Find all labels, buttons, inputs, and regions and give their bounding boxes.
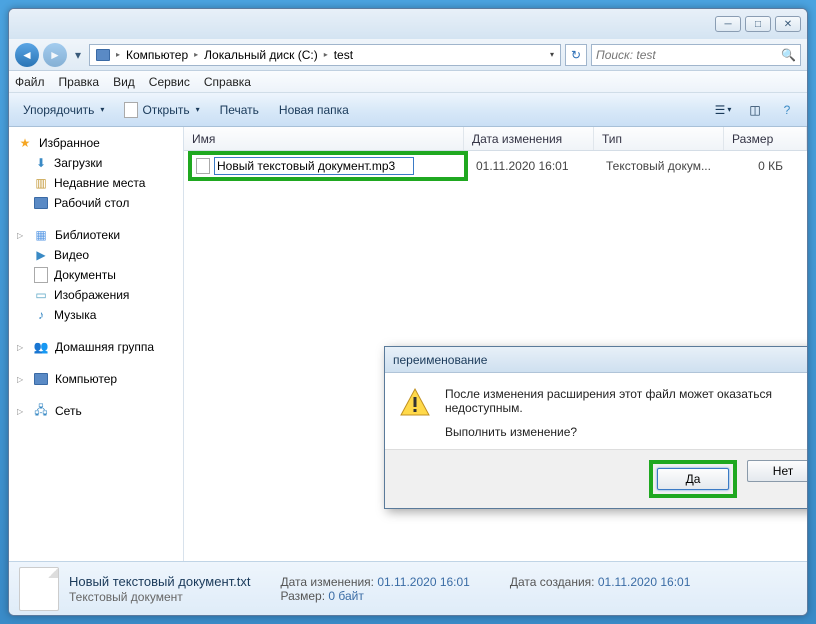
file-icon [196, 158, 210, 174]
organize-button[interactable]: Упорядочить▾ [17, 100, 110, 120]
menu-help[interactable]: Справка [204, 75, 251, 89]
content-area: Имя Дата изменения Тип Размер 01.11.2020… [184, 127, 807, 561]
help-button[interactable]: ? [775, 98, 799, 122]
download-icon: ⬇ [33, 155, 49, 171]
menu-edit[interactable]: Правка [59, 75, 100, 89]
toolbar: Упорядочить▾ Открыть▾ Печать Новая папка… [9, 93, 807, 127]
breadcrumb-dropdown[interactable]: ▾ [546, 50, 558, 59]
rename-dialog: переименование После изменения расширени… [384, 346, 808, 509]
print-button[interactable]: Печать [214, 100, 265, 120]
sidebar-label: Избранное [39, 136, 100, 150]
navbar: ◄ ► ▾ ▸ Компьютер ▸ Локальный диск (C:) … [9, 39, 807, 71]
file-date: 01.11.2020 16:01 [468, 159, 598, 173]
column-type[interactable]: Тип [594, 127, 724, 150]
expand-icon[interactable]: ▷ [17, 343, 27, 352]
homegroup-icon: 👥 [33, 339, 49, 355]
view-options-button[interactable]: ☰▾ [711, 98, 735, 122]
sidebar: ★ Избранное ⬇Загрузки ▥Недавние места Ра… [9, 127, 184, 561]
search-input[interactable] [596, 48, 777, 62]
history-dropdown[interactable]: ▾ [71, 48, 85, 62]
search-icon[interactable]: 🔍 [781, 48, 796, 62]
expand-icon[interactable]: ▷ [17, 375, 27, 384]
sidebar-item-video[interactable]: ▶Видео [9, 245, 183, 265]
breadcrumb-root-icon[interactable] [92, 47, 114, 63]
file-icon [124, 102, 138, 118]
explorer-window: ─ □ ✕ ◄ ► ▾ ▸ Компьютер ▸ Локальный диск… [8, 8, 808, 616]
desktop-icon [33, 195, 49, 211]
column-size[interactable]: Размер [724, 127, 807, 150]
network-icon: 🖧 [33, 403, 49, 419]
sidebar-homegroup[interactable]: ▷ 👥 Домашняя группа [9, 337, 183, 357]
file-icon [19, 567, 59, 611]
file-row[interactable]: 01.11.2020 16:01 Текстовый докум... 0 КБ [188, 155, 803, 177]
sidebar-computer[interactable]: ▷ Компьютер [13, 369, 179, 389]
close-button[interactable]: ✕ [775, 16, 801, 32]
file-size: 0 КБ [728, 159, 803, 173]
sidebar-item-music[interactable]: ♪Музыка [9, 305, 183, 325]
details-filetype: Текстовый документ [69, 590, 250, 604]
minimize-button[interactable]: ─ [715, 16, 741, 32]
sidebar-favorites[interactable]: ★ Избранное [9, 133, 183, 153]
dialog-message-1: После изменения расширения этот файл мож… [445, 387, 808, 415]
titlebar: ─ □ ✕ [9, 9, 807, 39]
preview-pane-button[interactable]: ◫ [743, 98, 767, 122]
document-icon [33, 267, 49, 283]
sidebar-libraries[interactable]: ▷ ▦ Библиотеки [9, 225, 183, 245]
sidebar-label: Компьютер [55, 372, 117, 386]
sidebar-item-desktop[interactable]: Рабочий стол [9, 193, 183, 213]
sidebar-item-pictures[interactable]: ▭Изображения [9, 285, 183, 305]
new-folder-button[interactable]: Новая папка [273, 100, 355, 120]
yes-button[interactable]: Да [657, 468, 729, 490]
forward-button[interactable]: ► [43, 43, 67, 67]
file-type: Текстовый докум... [598, 159, 728, 173]
menu-view[interactable]: Вид [113, 75, 135, 89]
no-button[interactable]: Нет [747, 460, 808, 482]
details-pane: Новый текстовый документ.txt Текстовый д… [9, 561, 807, 615]
chevron-right-icon[interactable]: ▸ [324, 50, 328, 59]
breadcrumb[interactable]: ▸ Компьютер ▸ Локальный диск (C:) ▸ test… [89, 44, 561, 66]
back-button[interactable]: ◄ [15, 43, 39, 67]
computer-icon [33, 371, 49, 387]
breadcrumb-item[interactable]: test [330, 46, 357, 64]
video-icon: ▶ [33, 247, 49, 263]
libraries-icon: ▦ [33, 227, 49, 243]
file-list[interactable]: 01.11.2020 16:01 Текстовый докум... 0 КБ… [184, 151, 807, 561]
refresh-button[interactable]: ↻ [565, 44, 587, 66]
column-date[interactable]: Дата изменения [464, 127, 594, 150]
sidebar-item-documents[interactable]: Документы [9, 265, 183, 285]
breadcrumb-item[interactable]: Компьютер [122, 46, 192, 64]
pictures-icon: ▭ [33, 287, 49, 303]
sidebar-label: Библиотеки [55, 228, 120, 242]
rename-input[interactable] [214, 157, 414, 175]
sidebar-label: Сеть [55, 404, 82, 418]
expand-icon[interactable]: ▷ [17, 231, 27, 240]
main-area: ★ Избранное ⬇Загрузки ▥Недавние места Ра… [9, 127, 807, 561]
sidebar-network[interactable]: ▷ 🖧 Сеть [9, 401, 183, 421]
chevron-right-icon[interactable]: ▸ [194, 50, 198, 59]
maximize-button[interactable]: □ [745, 16, 771, 32]
dialog-title: переименование [385, 347, 808, 373]
music-icon: ♪ [33, 307, 49, 323]
menu-file[interactable]: Файл [15, 75, 45, 89]
breadcrumb-item[interactable]: Локальный диск (C:) [200, 46, 322, 64]
sidebar-item-recent[interactable]: ▥Недавние места [9, 173, 183, 193]
dialog-message-2: Выполнить изменение? [445, 425, 808, 439]
open-button[interactable]: Открыть▾ [118, 99, 205, 121]
expand-icon[interactable]: ▷ [17, 407, 27, 416]
warning-icon [399, 387, 431, 419]
column-headers: Имя Дата изменения Тип Размер [184, 127, 807, 151]
star-icon: ★ [17, 135, 33, 151]
column-name[interactable]: Имя [184, 127, 464, 150]
details-filename: Новый текстовый документ.txt [69, 574, 250, 589]
chevron-right-icon[interactable]: ▸ [116, 50, 120, 59]
menubar: Файл Правка Вид Сервис Справка [9, 71, 807, 93]
recent-icon: ▥ [33, 175, 49, 191]
sidebar-label: Домашняя группа [55, 340, 154, 354]
sidebar-item-downloads[interactable]: ⬇Загрузки [9, 153, 183, 173]
search-box[interactable]: 🔍 [591, 44, 801, 66]
menu-tools[interactable]: Сервис [149, 75, 190, 89]
